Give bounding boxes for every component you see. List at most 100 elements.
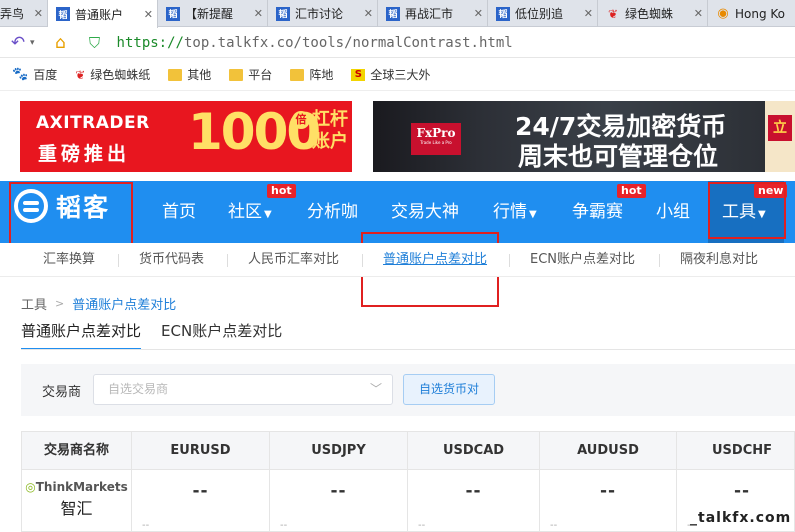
tab-title: 【新提醒 — [185, 7, 234, 21]
spread-sub: -- — [550, 520, 558, 531]
browser-tab[interactable]: 韬 低位别追 ✕ — [488, 0, 598, 27]
bookmark-label: 绿色蜘蛛纸 — [90, 68, 151, 82]
folder-icon — [229, 68, 244, 81]
browser-tab[interactable]: 韬 【新提醒 ✕ — [158, 0, 268, 27]
bug-icon: ❦ — [607, 6, 619, 21]
bookmarks-bar: 🐾 百度 ❦ 绿色蜘蛛纸 其他 平台 阵地 S 全球三大外 — [0, 59, 795, 91]
browser-tab[interactable]: 弄鸟 ✕ — [0, 0, 48, 27]
talkfx-icon: 韬 — [276, 6, 290, 21]
subnav-standard-spread[interactable]: 普通账户点差对比 — [383, 243, 487, 277]
talkfx-icon: 韬 — [166, 6, 180, 21]
bookmark-item[interactable]: S 全球三大外 — [351, 66, 430, 83]
back-icon[interactable]: ↶ — [6, 31, 30, 55]
close-icon[interactable]: ✕ — [584, 7, 593, 20]
column-header[interactable]: USDCHF — [677, 432, 794, 470]
close-icon[interactable]: ✕ — [474, 7, 483, 20]
hot-badge: hot — [267, 184, 296, 198]
fxpro-logo: FxPro Trade Like a Pro — [411, 123, 461, 155]
bookmark-label: 百度 — [33, 68, 58, 82]
spread-value: -- — [465, 481, 482, 501]
spread-cell: -- -- — [540, 470, 677, 531]
browser-tab[interactable]: ◉ Hong Ko — [708, 0, 795, 27]
browser-tab[interactable]: ❦ 绿色蜘蛛 ✕ — [598, 0, 708, 27]
fxpro-brand: FxPro — [416, 126, 456, 140]
chevron-right-icon: > — [55, 297, 65, 310]
column-header[interactable]: USDJPY — [270, 432, 408, 470]
highlight-box-logo — [9, 182, 133, 246]
divider — [227, 254, 228, 267]
close-icon[interactable]: ✕ — [364, 7, 373, 20]
tab-title: 再战汇市 — [405, 7, 454, 21]
divider — [509, 254, 510, 267]
shield-icon: ⛉ — [88, 33, 101, 52]
paw-icon: 🐾 — [12, 67, 29, 82]
tab-title: Hong Ko — [735, 6, 786, 21]
tab-title: 普通账户 — [75, 7, 124, 22]
select-pairs-button[interactable]: 自选货币对 — [403, 374, 495, 405]
ad-slogan: 重磅推出 — [38, 143, 131, 165]
fxpro-ad-banner[interactable]: FxPro Trade Like a Pro 24/7交易加密货币 周末也可管理… — [373, 101, 795, 172]
nav-home[interactable]: 首页 — [162, 181, 196, 243]
subnav-rate-convert[interactable]: 汇率换算 — [43, 243, 95, 277]
close-icon[interactable]: ✕ — [34, 7, 43, 20]
ad-headline-2: 周末也可管理仓位 — [518, 142, 719, 171]
browser-tab-strip: 弄鸟 ✕ 韬 普通账户 ✕ 韬 【新提醒 ✕ 韬 汇市讨论 ✕ 韬 再战汇市 ✕… — [0, 0, 795, 28]
axitrader-ad-banner[interactable]: AXITRADER 重磅推出 1000 倍 杠杆账户 — [20, 101, 352, 172]
page-tabs: 普通账户点差对比 ECN账户点差对比 — [21, 320, 302, 350]
close-icon[interactable]: ✕ — [694, 7, 703, 20]
subnav-currency-codes[interactable]: 货币代码表 — [139, 243, 204, 277]
ad-side-badge: 立 — [768, 115, 792, 141]
browser-tab[interactable]: 韬 汇市讨论 ✕ — [268, 0, 378, 27]
fxpro-tagline: Trade Like a Pro — [420, 140, 452, 145]
tab-title: 弄鸟 — [0, 7, 25, 21]
caret-down-icon: ▼ — [264, 209, 272, 220]
tab-title: 绿色蜘蛛 — [625, 7, 674, 21]
bookmark-item[interactable]: 🐾 百度 — [12, 66, 57, 83]
talkfx-icon: 韬 — [496, 6, 510, 21]
thinkmarkets-logo: ◎ThinkMarkets 智汇 — [22, 480, 131, 519]
bookmark-item[interactable]: 阵地 — [290, 66, 333, 83]
tab-ecn-spread[interactable]: ECN账户点差对比 — [161, 320, 282, 350]
ad-side-panel: 立 — [765, 101, 795, 172]
bookmark-item[interactable]: 其他 — [168, 66, 211, 83]
caret-down-icon: ▼ — [529, 209, 537, 220]
close-icon[interactable]: ✕ — [144, 8, 153, 21]
browser-tab[interactable]: 韬 再战汇市 ✕ — [378, 0, 488, 27]
hot-badge: hot — [617, 184, 646, 198]
nav-label: 行情 — [493, 202, 527, 222]
breadcrumb: 工具 > 普通账户点差对比 — [21, 294, 176, 313]
url-input[interactable]: https://top.talkfx.co/tools/normalContra… — [117, 35, 513, 51]
nav-groups[interactable]: 小组 — [656, 181, 690, 243]
subnav-swap[interactable]: 隔夜利息对比 — [680, 243, 758, 277]
broker-name-cn: 智汇 — [60, 499, 93, 518]
nav-label: 小组 — [656, 202, 690, 222]
broker-select[interactable]: 自选交易商 ﹀ — [93, 374, 393, 405]
filter-bar: 交易商 自选交易商 ﹀ 自选货币对 — [21, 364, 795, 416]
nav-label: 分析咖 — [307, 202, 358, 222]
watermark: _talkfx.com — [690, 510, 792, 526]
tab-standard-spread[interactable]: 普通账户点差对比 — [21, 320, 142, 350]
column-header[interactable]: AUDUSD — [540, 432, 677, 470]
nav-market[interactable]: 行情 ▼ — [493, 181, 537, 243]
subnav-rmb-rates[interactable]: 人民币汇率对比 — [248, 243, 339, 277]
breadcrumb-current: 普通账户点差对比 — [72, 298, 177, 313]
subnav-ecn-spread[interactable]: ECN账户点差对比 — [530, 243, 635, 277]
bookmark-item[interactable]: ❦ 绿色蜘蛛纸 — [75, 66, 150, 83]
spread-value: -- — [733, 481, 751, 501]
close-icon[interactable]: ✕ — [254, 7, 263, 20]
nav-contest[interactable]: 争霸赛 — [572, 181, 623, 243]
chevron-down-icon: ﹀ — [369, 382, 382, 396]
breadcrumb-tools[interactable]: 工具 — [21, 294, 47, 313]
bookmark-item[interactable]: 平台 — [229, 66, 272, 83]
spread-value: -- — [330, 481, 347, 501]
bug-icon: ❦ — [75, 67, 86, 82]
broker-cell[interactable]: ◎ThinkMarkets 智汇 — [22, 470, 132, 531]
url-path: top.talkfx.co/tools/normalContrast.html — [183, 34, 513, 51]
column-header[interactable]: USDCAD — [408, 432, 540, 470]
column-header[interactable]: EURUSD — [132, 432, 270, 470]
home-icon[interactable]: ⌂ — [49, 31, 73, 55]
nav-community[interactable]: 社区 ▼ — [228, 181, 272, 243]
nav-analysis[interactable]: 分析咖 — [307, 181, 358, 243]
chevron-down-icon[interactable]: ▾ — [30, 38, 35, 48]
browser-tab-active[interactable]: 韬 普通账户 ✕ — [48, 0, 158, 28]
